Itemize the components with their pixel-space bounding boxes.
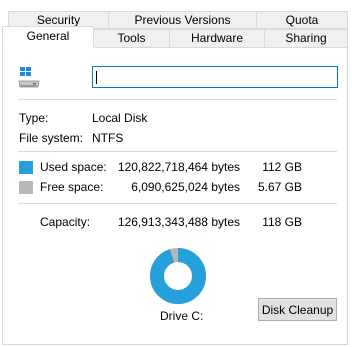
file-system-label: File system: bbox=[19, 131, 84, 145]
type-label: Type: bbox=[19, 111, 49, 125]
hard-drive-icon bbox=[18, 66, 40, 90]
donut-used-segment bbox=[150, 248, 206, 304]
free-space-swatch bbox=[19, 181, 33, 194]
tab-general[interactable]: General bbox=[2, 26, 94, 48]
capacity-bytes: 126,913,343,488 bytes bbox=[117, 215, 240, 229]
free-space-size: 5.67 GB bbox=[257, 180, 302, 194]
used-space-label: Used space: bbox=[40, 160, 107, 174]
free-space-bytes: 6,090,625,024 bytes bbox=[131, 180, 240, 194]
tab-sharing[interactable]: Sharing bbox=[264, 29, 348, 48]
tab-strip: Security Previous Versions Quota Tools H… bbox=[0, 0, 352, 48]
used-space-swatch bbox=[19, 161, 33, 174]
text-caret bbox=[96, 71, 97, 84]
disk-cleanup-button[interactable]: Disk Cleanup bbox=[258, 298, 337, 321]
separator bbox=[18, 151, 337, 152]
tab-previous-versions[interactable]: Previous Versions bbox=[108, 11, 257, 29]
separator bbox=[18, 203, 337, 204]
separator bbox=[18, 99, 337, 100]
drive-name-input[interactable] bbox=[92, 66, 338, 88]
drive-label: Drive C: bbox=[160, 309, 204, 323]
file-system-value: NTFS bbox=[92, 131, 124, 145]
capacity-label: Capacity: bbox=[40, 215, 91, 229]
tab-hardware[interactable]: Hardware bbox=[169, 29, 265, 48]
disk-usage-donut bbox=[150, 248, 206, 304]
used-space-bytes: 120,822,718,464 bytes bbox=[117, 160, 240, 174]
free-space-label: Free space: bbox=[40, 180, 104, 194]
used-space-size: 112 GB bbox=[262, 160, 302, 174]
tab-quota[interactable]: Quota bbox=[256, 11, 348, 29]
tab-tools[interactable]: Tools bbox=[93, 29, 170, 48]
type-value: Local Disk bbox=[92, 111, 148, 125]
capacity-size: 118 GB bbox=[262, 215, 302, 229]
